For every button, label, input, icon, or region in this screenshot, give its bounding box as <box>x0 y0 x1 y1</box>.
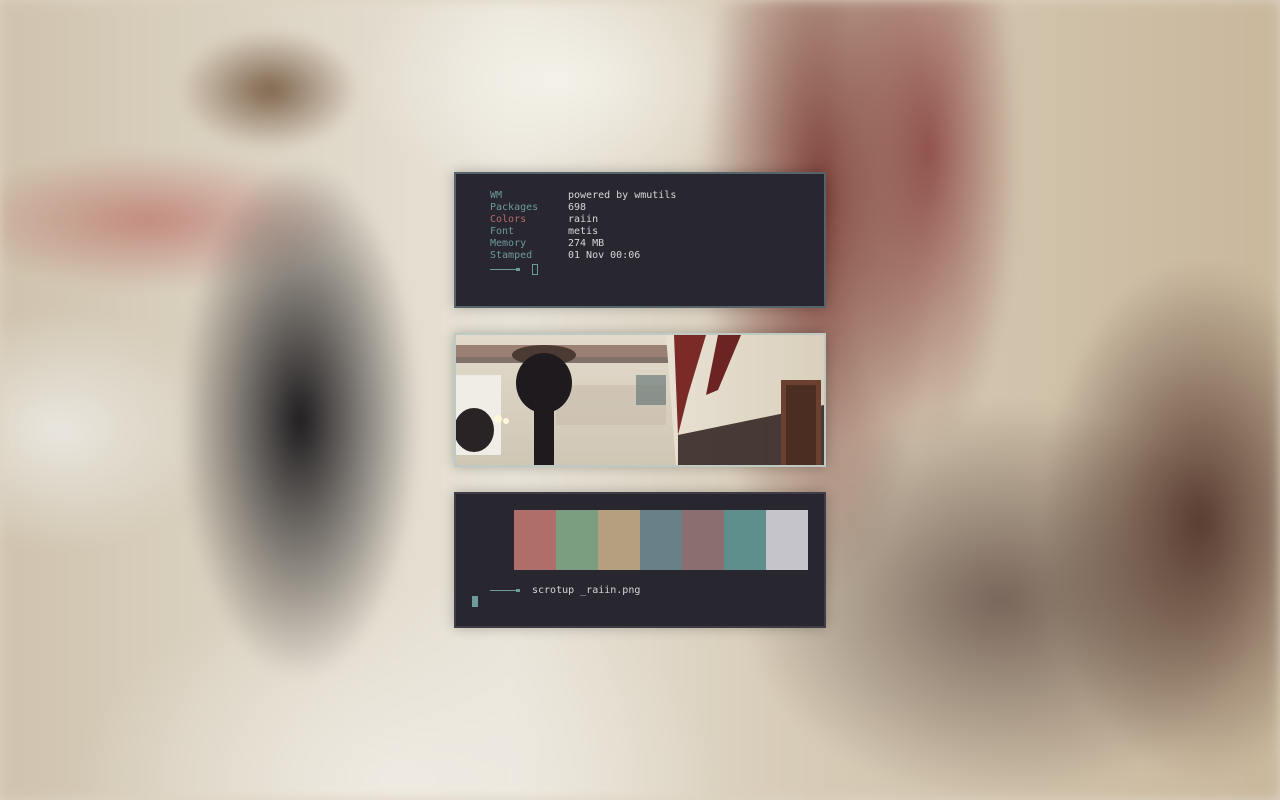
color-swatch-1 <box>514 510 556 570</box>
info-key: Memory <box>490 238 527 249</box>
info-row-memory: Memory 274 MB <box>490 238 824 250</box>
info-row-wm: WM powered by wmutils <box>490 190 824 202</box>
color-swatch-2 <box>556 510 598 570</box>
info-value: raiin <box>568 214 599 225</box>
color-swatch-4 <box>640 510 682 570</box>
info-terminal-window[interactable]: WM powered by wmutils Packages 698 Color… <box>454 172 826 308</box>
info-key: Font <box>490 226 515 237</box>
color-swatch-5 <box>682 510 724 570</box>
color-palette <box>472 510 808 570</box>
color-swatch-7 <box>766 510 808 570</box>
color-swatch-0 <box>472 510 514 570</box>
color-swatch-6 <box>724 510 766 570</box>
info-row-stamped: Stamped 01 Nov 00:06 <box>490 250 824 262</box>
command-line[interactable]: scrotup _raiin.png <box>490 584 640 596</box>
info-key: Colors <box>490 214 527 225</box>
info-row-packages: Packages 698 <box>490 202 824 214</box>
wallpaper-preview-window[interactable] <box>454 333 826 467</box>
info-value: 698 <box>568 202 587 213</box>
color-swatch-3 <box>598 510 640 570</box>
info-key: WM <box>490 190 503 201</box>
info-value: powered by wmutils <box>568 190 677 201</box>
info-row-colors: Colors raiin <box>490 214 824 226</box>
palette-terminal-window[interactable]: scrotup _raiin.png <box>454 492 826 628</box>
info-row-font: Font metis <box>490 226 824 238</box>
info-key: Stamped <box>490 250 533 261</box>
command-text: scrotup _raiin.png <box>532 584 641 596</box>
prompt-arrow-icon <box>490 588 520 592</box>
shell-prompt[interactable] <box>490 263 824 275</box>
info-value: metis <box>568 226 599 237</box>
info-value: 274 MB <box>568 238 605 249</box>
desktop: WM powered by wmutils Packages 698 Color… <box>0 0 1280 800</box>
info-key: Packages <box>490 202 539 213</box>
prompt-arrow-icon <box>490 267 520 271</box>
info-value: 01 Nov 00:06 <box>568 250 641 261</box>
block-cursor <box>472 596 478 607</box>
text-cursor <box>532 263 538 275</box>
wallpaper-preview-image <box>456 335 824 465</box>
